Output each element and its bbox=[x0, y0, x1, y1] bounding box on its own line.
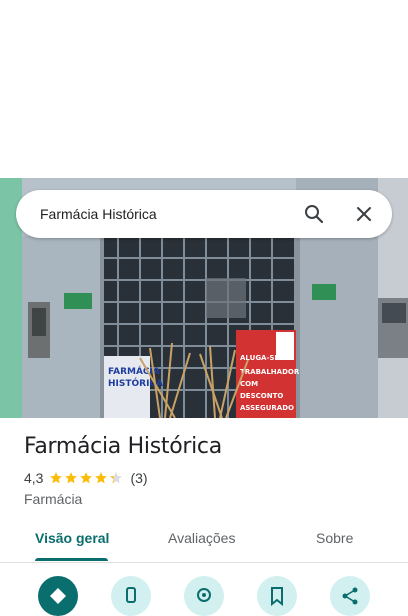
tab-about[interactable]: Sobre bbox=[316, 530, 353, 546]
search-input[interactable]: Farmácia Histórica bbox=[40, 190, 157, 238]
location-icon bbox=[197, 588, 211, 602]
save-button[interactable] bbox=[257, 576, 297, 616]
rating-row[interactable]: 4,3 (3) bbox=[24, 470, 148, 486]
star-icon bbox=[65, 472, 78, 484]
poster-line-1: ALUGA-SE bbox=[240, 354, 279, 362]
share-icon bbox=[342, 587, 358, 605]
tab-active-indicator bbox=[35, 558, 108, 561]
place-category: Farmácia bbox=[24, 491, 83, 507]
search-bar[interactable]: Farmácia Histórica bbox=[16, 190, 392, 238]
share-button[interactable] bbox=[330, 576, 370, 616]
poster-line-4: DESCONTO bbox=[240, 392, 283, 400]
poster-line-3: COM bbox=[240, 380, 258, 388]
nearby-button[interactable] bbox=[184, 576, 224, 616]
star-icon bbox=[95, 472, 108, 484]
rating-value: 4,3 bbox=[24, 470, 44, 486]
star-rating bbox=[49, 471, 124, 485]
tab-overview[interactable]: Visão geral bbox=[35, 530, 109, 546]
poster-line-5: ASSEGURADO bbox=[240, 404, 294, 412]
star-icon bbox=[110, 472, 123, 484]
poster-line-2: TRABALHADOR bbox=[240, 368, 300, 376]
star-icon bbox=[80, 472, 93, 484]
tab-bar: Visão geral Avaliações Sobre bbox=[0, 520, 408, 563]
search-icon[interactable] bbox=[302, 202, 326, 226]
action-buttons bbox=[0, 576, 408, 616]
review-count[interactable]: (3) bbox=[130, 470, 147, 486]
directions-button[interactable] bbox=[38, 576, 78, 616]
directions-icon bbox=[50, 588, 66, 604]
place-title: Farmácia Histórica bbox=[24, 434, 222, 459]
phone-icon bbox=[126, 587, 136, 603]
call-button[interactable] bbox=[111, 576, 151, 616]
tab-reviews[interactable]: Avaliações bbox=[168, 530, 235, 546]
close-icon[interactable] bbox=[352, 202, 376, 226]
save-icon bbox=[271, 587, 283, 606]
star-icon bbox=[50, 472, 63, 484]
